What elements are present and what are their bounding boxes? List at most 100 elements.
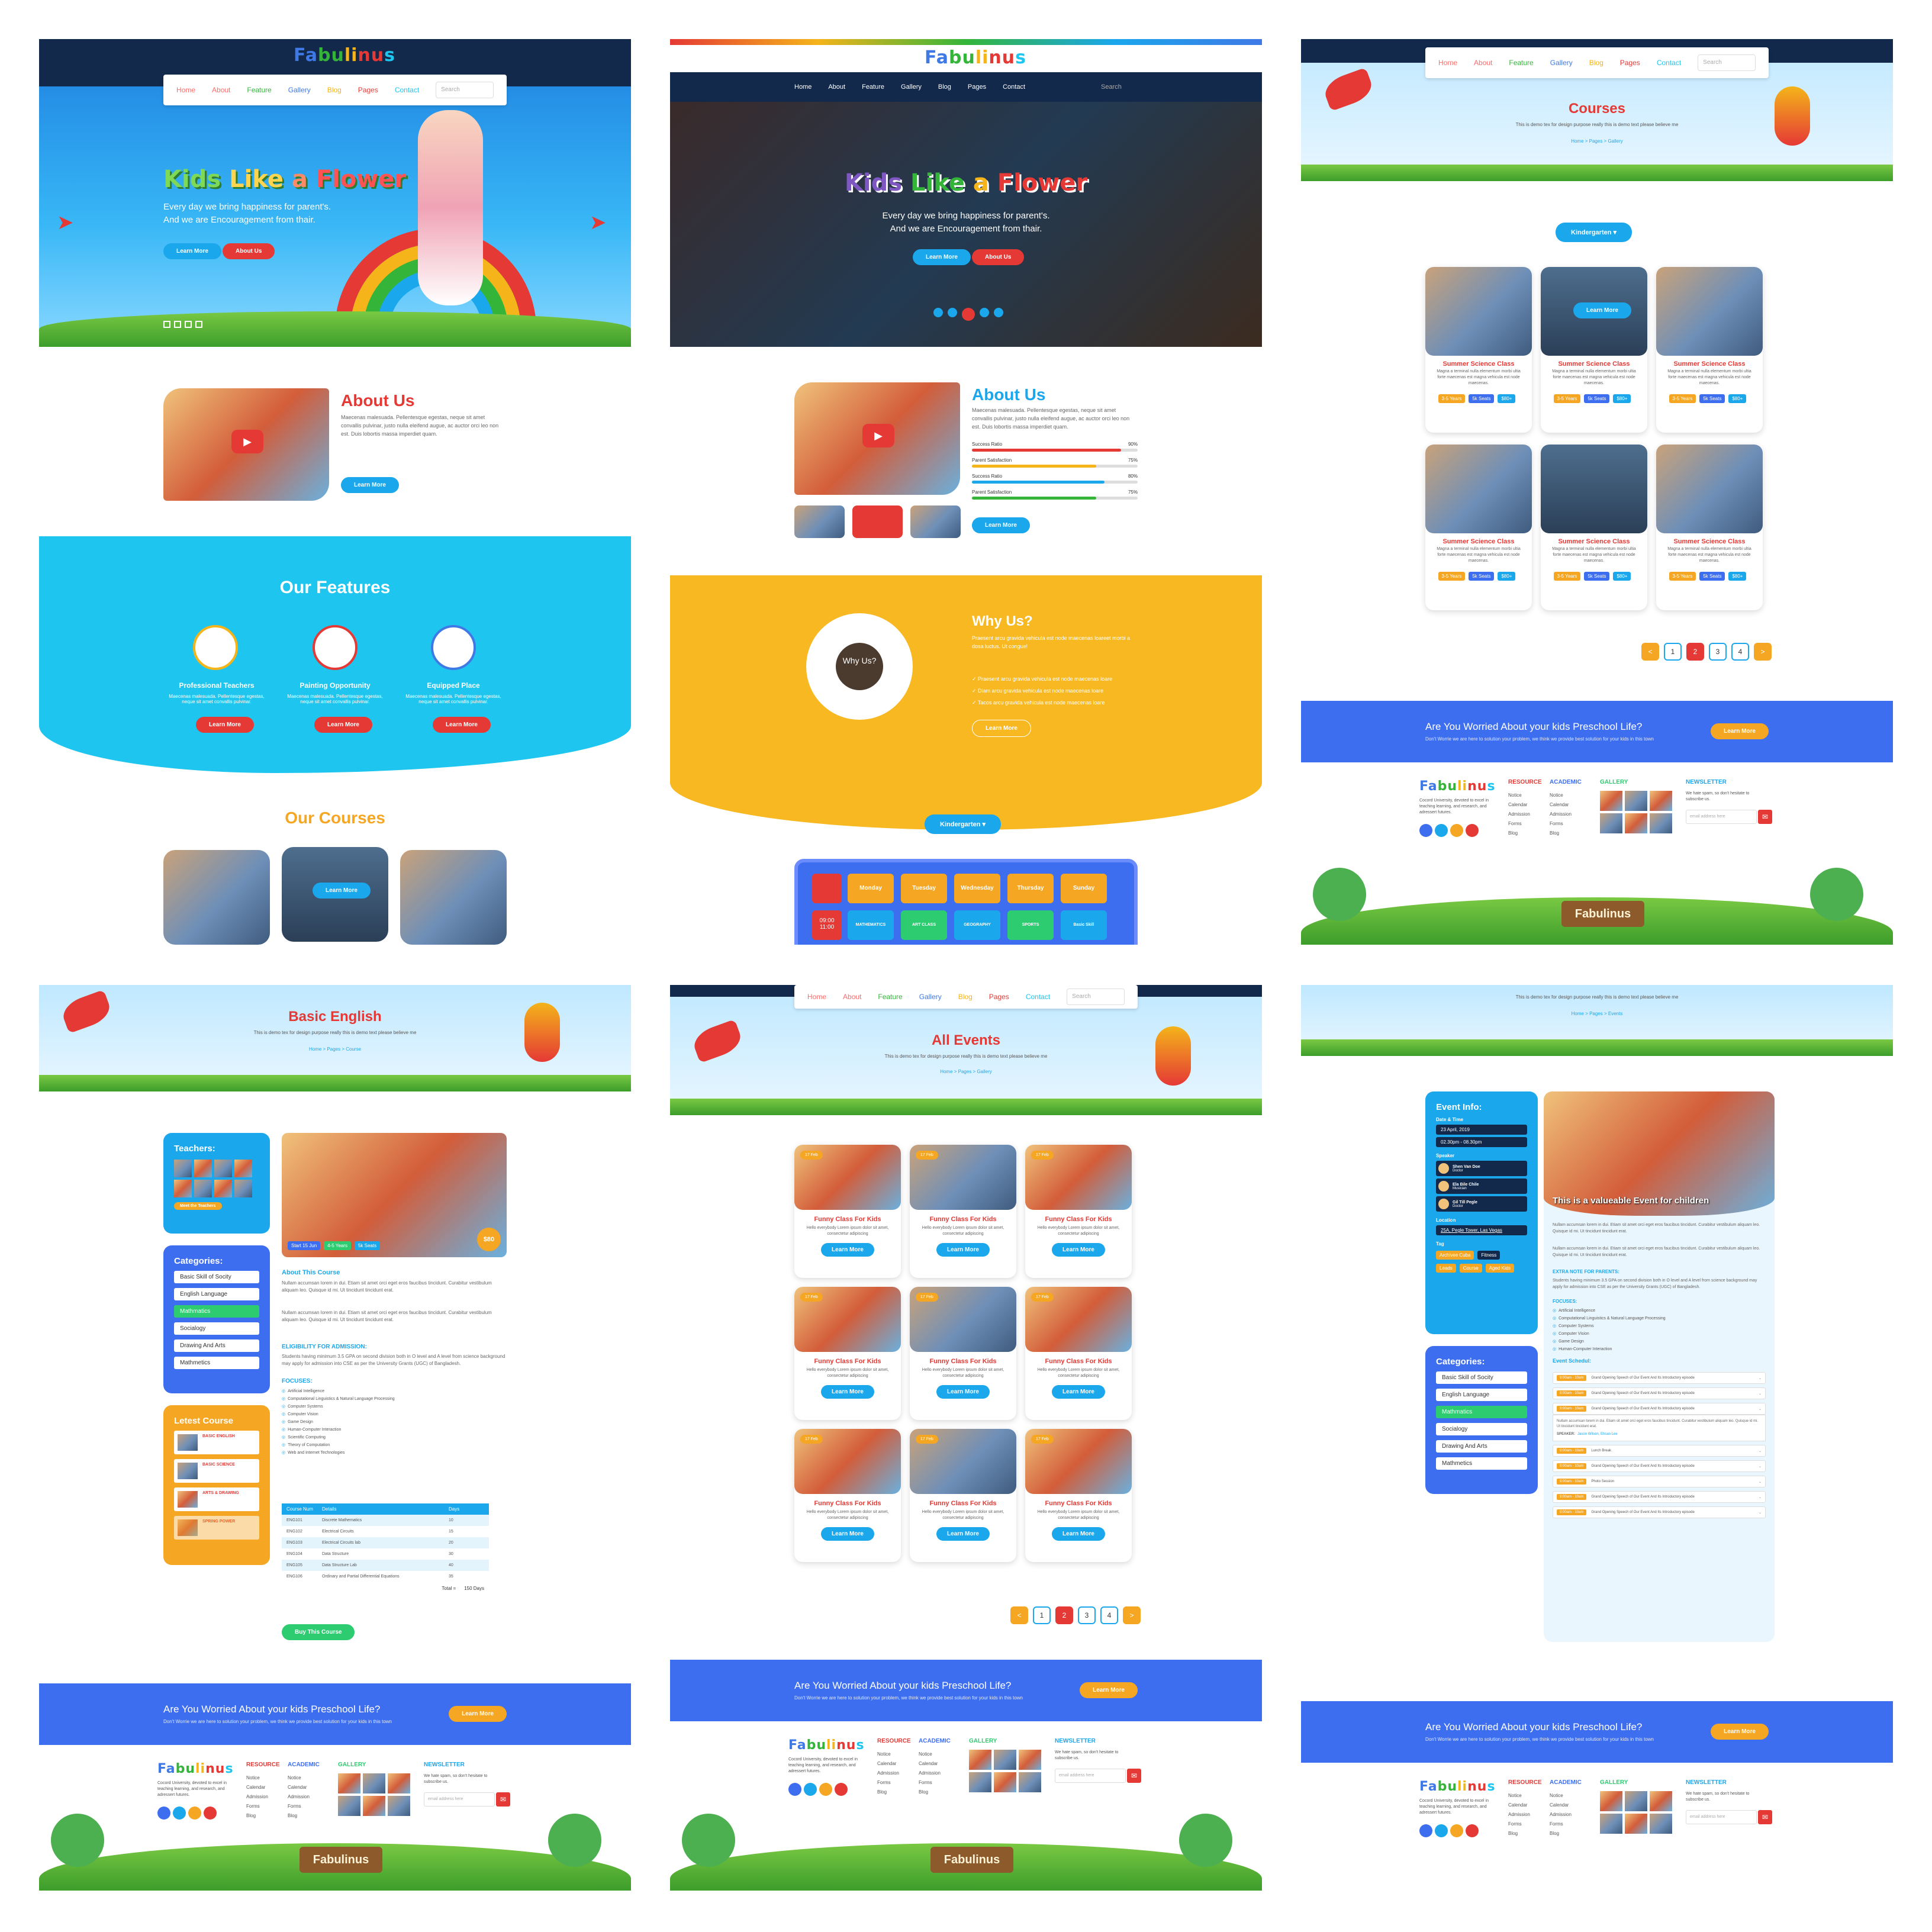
tag-chip[interactable]: Leads [1436,1264,1456,1273]
schedule-item[interactable]: 9:00am - 10am Grand Opening Speech of Our… [1553,1372,1766,1384]
footer-link[interactable]: Admission [919,1769,941,1778]
latest-course-item[interactable]: BASIC ENGLISH [174,1431,259,1454]
pagination-page[interactable]: 2 [1686,643,1704,661]
footer-logo[interactable]: Fabulinus [157,1762,234,1776]
breadcrumb[interactable]: Home > Pages > Events [1301,1011,1893,1016]
nav-gallery[interactable]: Gallery [288,86,311,94]
footer-link[interactable]: Forms [288,1802,310,1811]
gallery-thumb[interactable] [1019,1750,1041,1770]
footer-link[interactable]: Notice [1550,1791,1572,1801]
hero-learn-more-button[interactable]: Learn More [163,243,221,259]
search-input[interactable]: Search [436,82,494,98]
search-input[interactable]: Search [1067,988,1125,1005]
footer-link[interactable]: Calendar [1508,800,1530,810]
nav-about[interactable]: About [1474,59,1492,67]
feature-button-2[interactable]: Learn More [314,717,372,733]
nav-gallery[interactable]: Gallery [1550,59,1573,67]
nav-blog[interactable]: Blog [938,83,951,91]
footer-link[interactable]: Forms [1550,819,1572,829]
chevron-down-icon[interactable]: ⌄ [1759,1407,1762,1411]
cta-button[interactable]: Learn More [1711,723,1769,739]
schedule-item[interactable]: 9:00am - 10am Grand Opening Speech of Our… [1553,1506,1766,1518]
teacher-avatar[interactable] [194,1160,212,1177]
latest-course-item[interactable]: SPRING POWER [174,1516,259,1540]
nav-gallery[interactable]: Gallery [919,993,942,1001]
event-card[interactable]: 17 Feb Funny Class For Kids Hello everybod… [794,1429,901,1562]
category-item[interactable]: English Language [174,1288,259,1300]
pagination-page[interactable]: 4 [1100,1606,1118,1624]
nav-blog[interactable]: Blog [958,993,973,1001]
footer-link[interactable]: Blog [246,1811,268,1821]
pagination-prev-icon[interactable]: < [1010,1606,1028,1624]
gallery-thumb[interactable] [1650,1814,1672,1834]
nav-contact[interactable]: Contact [1026,993,1050,1001]
gallery-thumb[interactable] [338,1773,360,1793]
email-input[interactable]: email address here [1055,1769,1126,1783]
category-item[interactable]: Basic Skill of Socity [1436,1371,1527,1384]
pagination-page[interactable]: 4 [1731,643,1749,661]
event-card-button[interactable]: Learn More [821,1527,874,1541]
event-card[interactable]: 17 Feb Funny Class For Kids Hello everybod… [1025,1429,1132,1562]
feature-button-1[interactable]: Learn More [196,717,254,733]
nav-home[interactable]: Home [807,993,826,1001]
footer-logo[interactable]: Fabulinus [788,1738,865,1753]
footer-link[interactable]: Calendar [877,1759,899,1769]
nav-blog[interactable]: Blog [327,86,342,94]
play-video-icon[interactable]: ▶ [862,424,894,447]
event-card[interactable]: 17 Feb Funny Class For Kids Hello everybod… [910,1145,1016,1278]
gallery-thumb[interactable] [1625,1814,1647,1834]
facebook-icon[interactable] [1419,1824,1432,1837]
nav-home[interactable]: Home [176,86,195,94]
footer-logo[interactable]: Fabulinus [1419,779,1496,794]
footer-link[interactable]: Notice [1508,1791,1530,1801]
chevron-down-icon[interactable]: ⌄ [1759,1464,1762,1469]
youtube-icon[interactable] [1466,824,1479,837]
footer-link[interactable]: Calendar [1550,800,1572,810]
hero-learn-more-button[interactable]: Learn More [913,249,971,265]
gallery-thumb[interactable] [1600,1791,1622,1811]
logo[interactable]: Fabulinus [294,45,395,66]
footer-link[interactable]: Notice [288,1773,310,1783]
teacher-avatar[interactable] [234,1160,252,1177]
gallery-thumb[interactable] [1625,1791,1647,1811]
footer-link[interactable]: Blog [1508,1829,1530,1838]
why-learn-more-button[interactable]: Learn More [972,720,1031,737]
gallery-thumb[interactable] [338,1796,360,1816]
tag-chip[interactable]: Archivee Cuba [1436,1251,1474,1260]
footer-link[interactable]: Forms [877,1778,899,1788]
category-item[interactable]: Drawing And Arts [174,1339,259,1352]
footer-link[interactable]: Calendar [246,1783,268,1792]
pagination-page[interactable]: 1 [1664,643,1682,661]
footer-link[interactable]: Blog [1508,829,1530,838]
tag-chip[interactable]: Fitness [1477,1251,1500,1260]
gallery-thumb[interactable] [969,1772,991,1792]
category-item[interactable]: Mathmetics [174,1357,259,1369]
email-input[interactable]: email address here [1686,1810,1757,1824]
about-thumb-2[interactable] [852,505,903,538]
pagination-page[interactable]: 3 [1078,1606,1096,1624]
gallery-thumb[interactable] [994,1750,1016,1770]
schedule-item[interactable]: 9:00am - 10am Lunch Break ⌄ [1553,1445,1766,1457]
search-input[interactable]: Search [1698,54,1756,71]
send-icon[interactable]: ✉ [1127,1769,1141,1783]
gallery-thumb[interactable] [1600,791,1622,811]
gallery-thumb[interactable] [1600,813,1622,833]
hero-about-button[interactable]: About Us [972,249,1025,265]
pagination-next-icon[interactable]: > [1754,643,1772,661]
footer-link[interactable]: Blog [919,1788,941,1797]
pagination-page[interactable]: 3 [1709,643,1727,661]
pagination-prev-icon[interactable]: < [1641,643,1659,661]
nav-feature[interactable]: Feature [1509,59,1533,67]
pagination-next-icon[interactable]: > [1123,1606,1141,1624]
footer-link[interactable]: Admission [288,1792,310,1802]
youtube-icon[interactable] [1466,1824,1479,1837]
gallery-thumb[interactable] [388,1796,410,1816]
twitter-icon[interactable] [804,1783,817,1796]
event-card-button[interactable]: Learn More [821,1243,874,1257]
tag-chip[interactable]: Course [1459,1264,1482,1273]
teacher-avatar[interactable] [214,1180,232,1197]
course-card[interactable]: Summer Science Class Magna a terminal nul… [1656,267,1763,433]
latest-course-item[interactable]: BASIC SCIENCE [174,1459,259,1483]
event-card-button[interactable]: Learn More [936,1527,990,1541]
breadcrumb[interactable]: Home > Pages > Gallery [670,1069,1262,1074]
